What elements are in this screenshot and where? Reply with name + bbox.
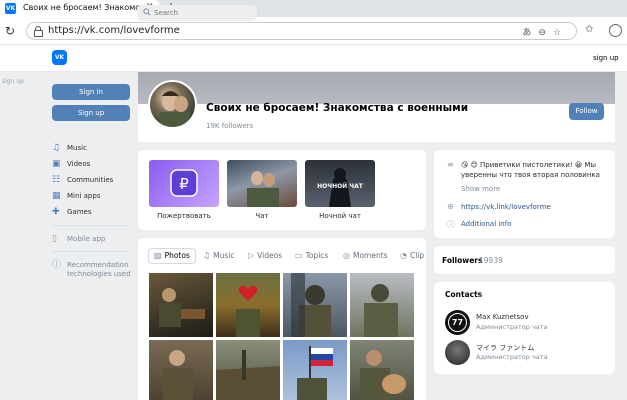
address-bar-icons: あ⊖☆ [522,25,568,38]
sign-up-button[interactable]: Sign up [52,105,130,121]
reload-icon[interactable]: ↻ [5,24,15,38]
photo-thumbnail[interactable] [216,273,280,337]
vk-header: VK sign up [0,45,627,72]
photo-thumbnail[interactable] [350,273,414,337]
tab-moments[interactable]: ◎ Moments [343,251,388,267]
browser-tab[interactable]: VK Своих не бросаем! Знакомства с ✕ [0,0,160,17]
phone-icon: ▯ [52,234,57,244]
follow-button[interactable]: Follow [569,103,604,120]
chat-image [247,171,279,207]
globe-icon: ⊕ [447,202,454,211]
photo-thumbnail[interactable] [283,273,347,337]
photo-thumbnail[interactable] [149,273,213,337]
description-icon: ≡ [447,160,454,169]
vk-logo-icon[interactable]: VK [52,50,67,65]
side-sign-up-link[interactable]: sign up [2,78,24,85]
contacts-count: 2 [478,291,483,299]
night-chat-overlay-text: НОЧНОЙ ЧАТ [317,183,363,190]
communities-icon: ☷ [52,175,61,185]
url-text[interactable]: https://vk.com/lovevforme [48,25,180,36]
photo-thumbnail[interactable] [216,340,280,400]
video-icon: ▣ [52,159,61,169]
url-field[interactable]: https://vk.com/lovevforme あ⊖☆ [26,22,577,40]
address-bar: ↻ https://vk.com/lovevforme あ⊖☆ ✩ [0,17,627,45]
page-title: Своих не бросаем! Знакомства с военными [206,102,469,114]
photo-icon: ▨ [154,251,162,260]
photo-art [216,350,280,400]
photo-art [236,286,260,337]
night-chat-link-label[interactable]: Ночной чат [295,212,385,220]
music-icon: ♫ [52,143,61,153]
profile-icon[interactable] [609,24,622,37]
photo-art [360,350,406,400]
vk-favicon-icon: VK [5,3,16,14]
chat-link-label[interactable]: Чат [217,212,307,220]
translate-icon[interactable]: あ [522,28,538,38]
search-icon [143,8,151,16]
bookmark-star-icon[interactable]: ☆ [553,28,568,38]
photo-art [159,288,205,327]
photo-art [297,346,333,400]
show-more-link[interactable]: Show more [461,185,500,193]
followers-summary[interactable]: 19K followers [206,122,253,130]
donate-link-label[interactable]: Пожертвовать [139,212,229,220]
contact-role: Администратор чата [476,323,548,331]
contact-badge: 77 [448,313,467,332]
nav-divider [52,251,130,252]
tab-videos[interactable]: ▷ Videos [248,251,282,267]
svg-text:₽: ₽ [179,175,189,193]
chat-link-tile[interactable] [227,160,297,207]
games-icon: ✚ [52,207,60,217]
tab-photos[interactable]: ▨ Photos [148,248,196,264]
moments-icon: ◎ [343,251,350,260]
clip-icon: ◔ [400,251,407,260]
tab-music[interactable]: ♫ Music [203,251,235,267]
search-input[interactable] [154,6,254,20]
music-icon: ♫ [203,251,211,260]
night-chat-link-tile[interactable]: НОЧНОЙ ЧАТ [305,160,375,207]
favorites-icon[interactable]: ✩ [585,24,599,35]
contact-name[interactable]: マイラ ファントム [476,343,534,353]
contact-avatar[interactable] [445,340,470,365]
info-icon: ⓘ [447,220,455,229]
followers-count: 19939 [479,256,503,265]
ruble-icon: ₽ [170,169,198,197]
donate-link-tile[interactable]: ₽ [149,160,219,207]
additional-info-link[interactable]: Additional info [461,220,512,228]
photo-thumbnail[interactable] [149,340,213,400]
sign-in-button[interactable]: Sign in [52,84,130,100]
photo-thumbnail[interactable] [283,340,347,400]
lock-icon[interactable] [34,26,43,37]
photo-art [163,350,193,400]
photo-art [364,284,398,337]
group-avatar[interactable] [148,80,197,129]
tab-clips[interactable]: ◔ Clip [400,251,426,267]
tab-title: Своих не бросаем! Знакомства с [23,3,141,12]
info-icon: ⓘ [52,260,62,270]
zoom-icon[interactable]: ⊖ [538,28,553,38]
nav-divider [52,225,130,226]
browser-tab-bar: VK Своих не бросаем! Знакомства с ✕ + [0,0,627,17]
followers-label: Followers [442,256,483,265]
header-sign-up-link[interactable]: sign up [593,54,619,62]
tab-topics[interactable]: ▭ Topics [295,251,328,267]
contact-role: Администратор чата [476,353,548,361]
contacts-label: Contacts [445,290,483,299]
website-link[interactable]: https://vk.link/lovevforme [461,203,551,211]
video-icon: ▷ [248,251,255,260]
contact-name[interactable]: Max Kuznetsov [476,313,529,321]
photo-thumbnail[interactable] [350,340,414,400]
apps-icon: ▦ [52,191,61,201]
contact-avatar[interactable]: 77 [445,310,470,335]
topics-icon: ▭ [295,251,303,260]
photo-art [291,273,331,337]
group-description: 😘 😊 Приветики пистолетики! 😀 Мы уверенны… [461,161,600,179]
